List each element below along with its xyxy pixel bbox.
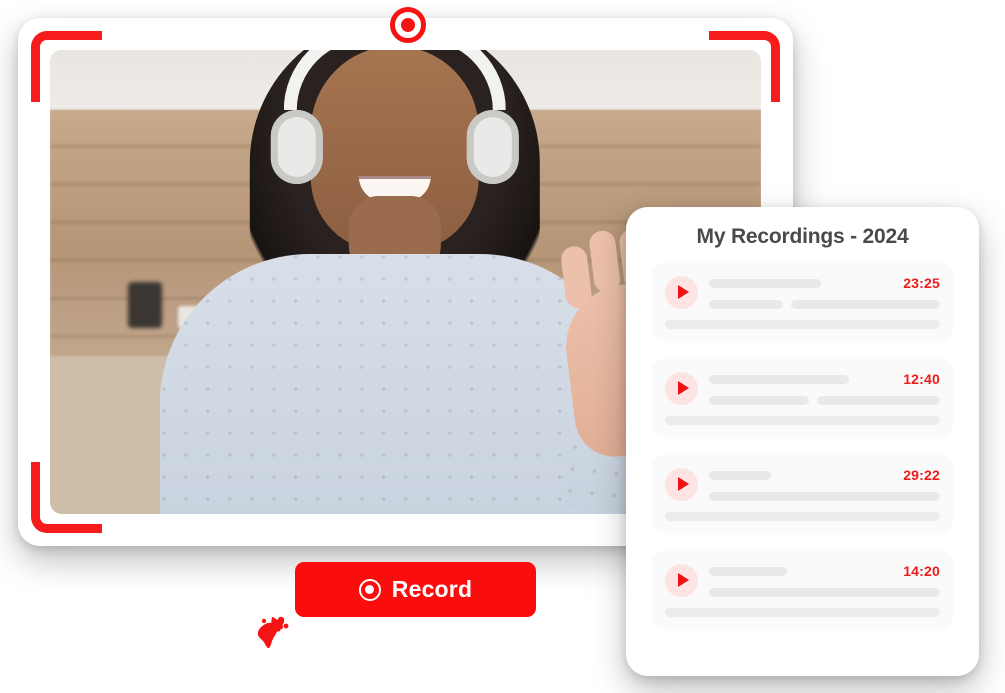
recordings-panel-title: My Recordings - 2024 [696, 225, 909, 248]
recording-meta-placeholder-b [791, 300, 940, 309]
recording-meta-placeholder-a [709, 300, 783, 309]
record-circle-icon [358, 578, 381, 601]
play-icon[interactable] [665, 563, 698, 597]
play-icon[interactable] [665, 467, 698, 501]
record-dot-inner [401, 18, 415, 32]
recording-list-item[interactable]: 23:25 [652, 263, 953, 341]
recordings-panel: My Recordings - 2024 23:25 12:40 29:22 1… [626, 207, 979, 676]
photo-headphone-band [283, 50, 506, 110]
recording-footer-placeholder [665, 416, 940, 425]
frame-bracket-bottom-left [31, 462, 102, 533]
frame-bracket-top-left [31, 31, 102, 102]
record-dot-icon[interactable] [390, 7, 426, 43]
recording-meta-placeholder-a [709, 396, 809, 405]
recording-duration: 23:25 [903, 275, 940, 291]
recording-title-placeholder [709, 374, 849, 384]
play-icon[interactable] [665, 371, 698, 405]
recording-meta-placeholder-b [709, 492, 940, 501]
recording-footer-placeholder [665, 608, 940, 617]
recording-duration: 14:20 [903, 563, 940, 579]
record-button[interactable]: Record [295, 562, 536, 617]
photo-earcup-left [270, 110, 323, 184]
screenshot-stage: Record My Recordings - 2024 23:25 12:40 … [0, 0, 1005, 693]
recording-title-placeholder [709, 470, 771, 480]
recording-meta-placeholder-b [817, 396, 940, 405]
recording-duration: 12:40 [903, 371, 940, 387]
play-icon[interactable] [665, 275, 698, 309]
recordings-list: 23:25 12:40 29:22 14:20 [626, 249, 979, 629]
recording-list-item[interactable]: 29:22 [652, 455, 953, 533]
recording-meta-placeholder-b [709, 588, 940, 597]
recording-footer-placeholder [665, 320, 940, 329]
frame-bracket-top-right [709, 31, 780, 102]
recording-list-item[interactable]: 12:40 [652, 359, 953, 437]
recording-footer-placeholder [665, 512, 940, 521]
red-splash-icon [248, 607, 296, 655]
recording-title-placeholder [709, 566, 787, 576]
record-button-label: Record [391, 576, 473, 602]
photo-earcup-right [466, 110, 519, 184]
recording-list-item[interactable]: 14:20 [652, 551, 953, 629]
recording-title-placeholder [709, 278, 821, 288]
photo-shirt [159, 254, 630, 514]
recording-duration: 29:22 [903, 467, 940, 483]
